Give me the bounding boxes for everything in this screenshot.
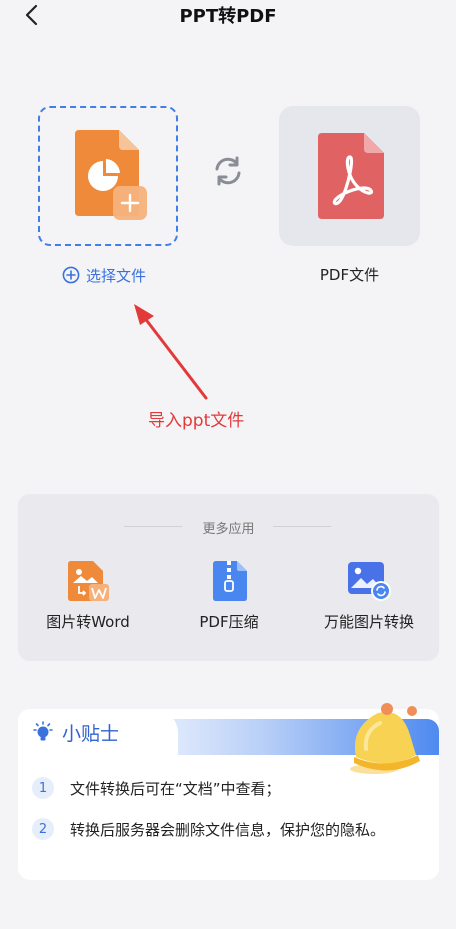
tips-title: 小贴士 [62, 722, 120, 745]
image-to-word-icon [68, 561, 109, 601]
bell-icon [350, 703, 420, 774]
app-pdf-compress[interactable]: PDF压缩 [164, 560, 294, 632]
tip-number: 1 [32, 777, 54, 799]
app-label: PDF压缩 [199, 613, 259, 631]
divider [273, 526, 331, 527]
image-convert-icon [348, 562, 391, 601]
tips-tab: 小贴士 [18, 709, 178, 755]
app-label: 万能图片转换 [323, 613, 414, 631]
tip-text: 转换后服务器会删除文件信息，保护您的隐私。 [70, 820, 386, 839]
app-label: 图片转Word [46, 613, 130, 631]
lightbulb-icon [33, 721, 53, 741]
tip-item: 2 转换后服务器会删除文件信息，保护您的隐私。 [32, 818, 385, 840]
app-image-convert[interactable]: 万能图片转换 [304, 560, 434, 632]
tips-card: 小贴士 1 文件转换后可在“文档”中查看； 2 转换后服务器会删除文件信息，保护… [18, 703, 439, 880]
tip-number: 2 [32, 818, 54, 840]
zip-icon [213, 561, 247, 601]
tip-text: 文件转换后可在“文档”中查看； [70, 779, 281, 798]
annotation-text: 导入ppt文件 [148, 411, 245, 431]
app-image-to-word[interactable]: 图片转Word [23, 560, 153, 632]
tip-item: 1 文件转换后可在“文档”中查看； [32, 777, 281, 799]
more-apps-card: 更多应用 图片转Word PDF压缩 万能图片转换 [18, 494, 439, 661]
more-apps-title: 更多应用 [202, 522, 255, 537]
